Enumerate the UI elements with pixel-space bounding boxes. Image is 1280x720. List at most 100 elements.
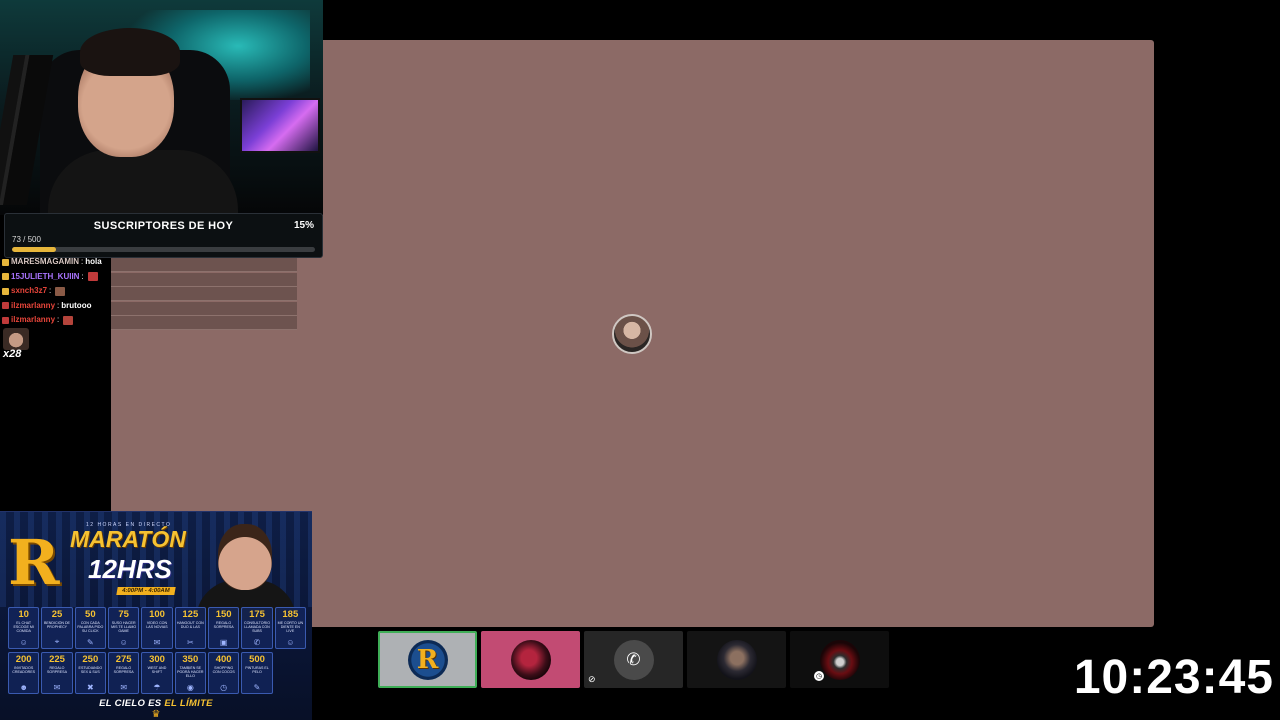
chat-separator: : xyxy=(57,300,60,310)
goal-number: 400 xyxy=(215,654,232,665)
goal-card: 275 REGALO SORPRESA ✉ xyxy=(108,652,140,694)
chat-text: brutooo xyxy=(61,300,92,310)
goal-text: ESTUDIANDO SEX & SUS xyxy=(78,666,103,675)
chat-separator: : xyxy=(81,271,84,281)
goal-card: 50 CON CADA PALABRA PIDO SU CLICK ✎ xyxy=(74,607,106,649)
goal-text: HANGOUT CON DUO & LAS xyxy=(176,621,204,630)
goal-text: REGALO SORPRESA xyxy=(47,666,67,675)
goal-card: 175 CONSULTORIO LLAMADA CON SUBS ✆ xyxy=(241,607,273,649)
goal-text: CONSULTORIO LLAMADA CON SUBS xyxy=(243,621,270,634)
goal-card: 185 ME CORTO UN DIENTE EN LIVE ☺ xyxy=(274,607,306,649)
goal-icon: ✉ xyxy=(120,683,128,692)
banner-title: MARATÓN xyxy=(70,526,186,552)
combo-count: x28 xyxy=(3,348,22,360)
chat-emote-icon xyxy=(87,272,98,282)
chat-emote-icon xyxy=(63,315,74,325)
participant-tile-pink[interactable] xyxy=(481,631,580,688)
goal-grid: 10 EL CHAT ESCOGE MI COMIDA ☺ 25 BENDICIÓN D… xyxy=(8,607,306,694)
goal-card: 75 SUSO HACER MIS TE LLAMO GAME ☺ xyxy=(108,607,140,649)
r-logo: R xyxy=(8,526,60,599)
combo-emote xyxy=(3,328,29,350)
background-monitor xyxy=(240,98,320,153)
chat-message: 15JULIETH_KUIIN: xyxy=(2,270,112,285)
marathon-banner: R 12 HORAS EN DIRECTO MARATÓN 12HRS 4:00… xyxy=(0,511,312,720)
chat-separator: : xyxy=(57,315,60,324)
goal-card: 500 PINTURAS EL PELO ✎ xyxy=(241,652,273,694)
goal-card: 400 SHOPPING CON COCOS ◷ xyxy=(208,652,240,694)
participant-tile-phone[interactable]: ✆ ⊘ xyxy=(584,631,683,688)
chat-separator: : xyxy=(49,286,52,295)
subs-title: SUSCRIPTORES DE HOY xyxy=(93,220,234,232)
goal-number: 50 xyxy=(85,609,96,620)
goal-icon: ☂ xyxy=(153,683,161,692)
avatar xyxy=(716,639,757,680)
clock-icon: ◷ xyxy=(814,671,824,681)
chat-username[interactable]: ilzmarlanny xyxy=(11,313,55,328)
goal-text: SHOPPING CON COCOS xyxy=(212,666,235,675)
chat-emote-icon xyxy=(55,286,66,296)
goal-number: 175 xyxy=(249,609,265,620)
streamer-webcam xyxy=(0,0,323,215)
chat-badge-icon xyxy=(2,287,9,295)
goal-text: WEST AND SHIFT xyxy=(147,666,167,675)
subs-progress-fill xyxy=(12,247,57,252)
goal-number: 275 xyxy=(115,654,132,665)
goal-number: 300 xyxy=(149,654,165,665)
goal-icon: ☺ xyxy=(19,638,28,647)
motto-prefix: EL CIELO ES xyxy=(99,698,162,709)
goal-icon: ✉ xyxy=(153,638,161,647)
chat-username[interactable]: MARESMAGAMIN xyxy=(11,255,79,270)
crown-icon: ♛ xyxy=(151,709,161,720)
motto-gold: EL LÍMITE xyxy=(164,698,213,709)
goal-text: VIDEO CON LAS NOVIAS xyxy=(146,621,168,630)
goal-text: REGALO SORPRESA xyxy=(213,621,234,630)
goal-number: 350 xyxy=(182,654,199,665)
goal-icon: ☺ xyxy=(286,638,295,647)
participant-tile-red[interactable]: ◷ xyxy=(790,631,889,688)
avatar xyxy=(510,639,551,680)
chat-message: sxnch3z7: xyxy=(2,284,112,299)
chat-username[interactable]: sxnch3z7 xyxy=(11,284,47,299)
goal-icon: ☻ xyxy=(19,683,28,692)
goal-card: 125 HANGOUT CON DUO & LAS ✂ xyxy=(174,607,206,649)
chat-badge-icon xyxy=(2,258,9,266)
goal-icon: ⌖ xyxy=(54,637,60,646)
goal-number: 200 xyxy=(15,654,32,665)
goal-card: 10 EL CHAT ESCOGE MI COMIDA ☺ xyxy=(8,607,40,649)
chat-message: MARESMAGAMIN: hola xyxy=(2,255,112,270)
chat-message: ilzmarlanny: brutooo xyxy=(2,299,112,314)
avatar: R xyxy=(407,639,448,680)
goal-card: 225 REGALO SORPRESA ✉ xyxy=(41,652,73,694)
chat-badge-icon xyxy=(2,302,9,310)
chat-username[interactable]: ilzmarlanny xyxy=(11,299,55,314)
goal-card: 25 BENDICIÓN DE PROPHECY ⌖ xyxy=(41,607,73,649)
goal-number: 500 xyxy=(249,654,265,665)
chat-username[interactable]: 15JULIETH_KUIIN xyxy=(11,270,79,285)
chat-feed: MARESMAGAMIN: hola 15JULIETH_KUIIN: sxnch3z… xyxy=(2,255,112,328)
goal-text: INVITADOS CREADORES xyxy=(12,666,36,675)
chat-overlay-rows xyxy=(111,258,297,330)
goal-text: ME CORTO UN DIENTE EN LIVE xyxy=(277,621,304,634)
participant-tile-r-logo[interactable]: R xyxy=(378,631,477,688)
goal-number: 250 xyxy=(82,654,99,665)
banner-motto: EL CIELO ES EL LÍMITE xyxy=(0,698,312,709)
banner-times: 4:00PM - 4:00AM xyxy=(116,587,176,595)
avatar xyxy=(819,639,860,680)
goal-icon: ✎ xyxy=(253,683,261,692)
subs-percent: 15% xyxy=(293,220,314,231)
participant-tile-dark[interactable] xyxy=(687,631,786,688)
banner-host-photo xyxy=(196,520,296,620)
goal-text: EL CHAT ESCOGE MI COMIDA xyxy=(13,621,34,634)
goal-icon: ✎ xyxy=(86,638,94,647)
goal-icon: ▣ xyxy=(219,638,228,647)
speaker-avatar[interactable] xyxy=(612,314,652,354)
stream-clock: 10:23:45 xyxy=(1073,651,1274,704)
goal-card: 350 TAMBIÉN SE PODRÁ HACER ELLO ◉ xyxy=(174,652,206,694)
goal-text: BENDICIÓN DE PROPHECY xyxy=(44,621,70,630)
goal-text: CON CADA PALABRA PIDO SU CLICK xyxy=(77,621,104,634)
goal-number: 25 xyxy=(51,609,63,620)
goal-text: REGALO SORPRESA xyxy=(113,666,134,675)
goal-icon: ✂ xyxy=(186,638,194,647)
chat-separator: : xyxy=(81,257,84,266)
phone-icon: ✆ xyxy=(613,639,654,680)
